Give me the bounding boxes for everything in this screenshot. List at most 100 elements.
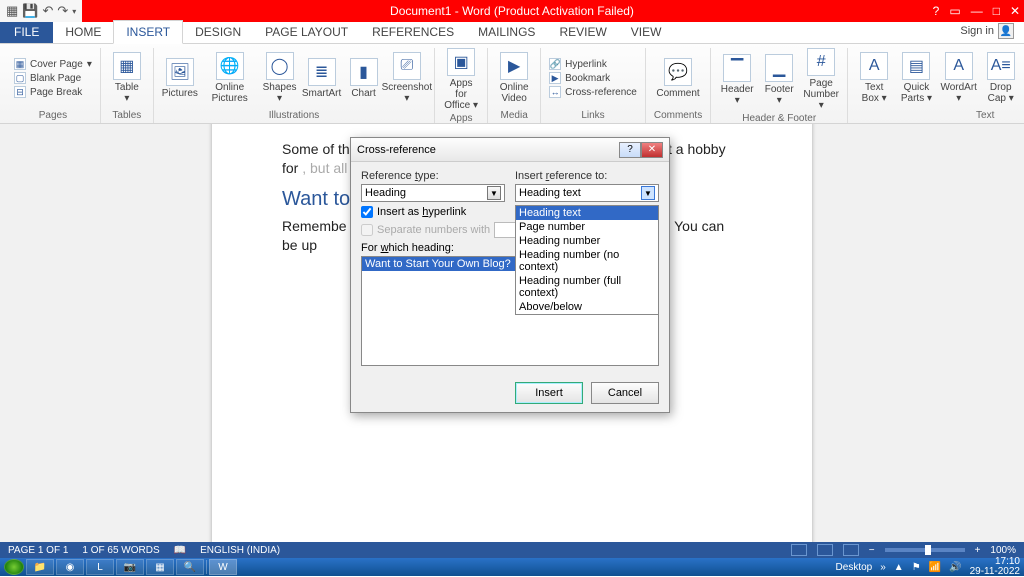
blank-page-button[interactable]: ▢Blank Page (14, 72, 92, 84)
cancel-button[interactable]: Cancel (591, 382, 659, 404)
reference-type-label: Reference type: (361, 170, 505, 182)
status-language[interactable]: ENGLISH (INDIA) (200, 545, 280, 556)
sign-in[interactable]: Sign in 👤 (950, 19, 1024, 43)
group-media: ▶Online Video Media (488, 48, 541, 123)
tab-file[interactable]: FILE (0, 21, 53, 43)
status-proofing-icon[interactable]: 📖 (174, 545, 186, 556)
smartart-button[interactable]: ≣SmartArt (304, 58, 340, 99)
redo-icon[interactable]: ↷ (57, 3, 68, 19)
status-page[interactable]: PAGE 1 OF 1 (8, 545, 68, 556)
header-button[interactable]: ▔Header▾ (719, 54, 755, 106)
dropdown-item[interactable]: Heading text (516, 206, 658, 220)
tab-view[interactable]: VIEW (619, 21, 674, 43)
taskbar-word[interactable]: W (209, 559, 237, 575)
view-web-icon[interactable] (843, 544, 859, 556)
footer-button[interactable]: ▁Footer▾ (761, 54, 797, 106)
group-tables: ▦Table▾ Tables (101, 48, 154, 123)
dialog-close-icon[interactable]: ✕ (641, 142, 663, 158)
window-controls: ? ▭ — □ ✕ (933, 4, 1020, 18)
ribbon-display-icon[interactable]: ▭ (949, 4, 960, 18)
qat-dropdown-icon[interactable]: ▾ (72, 7, 76, 16)
chart-button[interactable]: ▮Chart (346, 58, 382, 99)
zoom-level[interactable]: 100% (990, 545, 1016, 556)
dropdown-item[interactable]: Heading number (full context) (516, 274, 658, 300)
cover-page-button[interactable]: ▦Cover Page ▾ (14, 58, 92, 70)
smartart-icon: ≣ (308, 58, 336, 86)
table-icon: ▦ (113, 52, 141, 80)
dropdown-item[interactable]: Page number (516, 220, 658, 234)
page-number-button[interactable]: #Page Number▾ (803, 48, 839, 111)
footer-icon: ▁ (765, 54, 793, 82)
tab-review[interactable]: REVIEW (547, 21, 618, 43)
tab-design[interactable]: DESIGN (183, 21, 253, 43)
page-break-button[interactable]: ⊟Page Break (14, 86, 92, 98)
taskbar-app2[interactable]: ▦ (146, 559, 174, 575)
bookmark-icon: ▶ (549, 72, 561, 84)
insert-button[interactable]: Insert (515, 382, 583, 404)
view-read-icon[interactable] (791, 544, 807, 556)
comment-icon: 💬 (664, 58, 692, 86)
bookmark-button[interactable]: ▶Bookmark (549, 72, 637, 84)
zoom-in-icon[interactable]: + (975, 545, 981, 556)
dialog-titlebar[interactable]: Cross-reference ? ✕ (351, 138, 669, 162)
insert-reference-dropdown: Heading text Page number Heading number … (515, 205, 659, 315)
tray-volume-icon[interactable]: 🔊 (949, 562, 961, 573)
menu-tabs: FILE HOME INSERT DESIGN PAGE LAYOUT REFE… (0, 22, 1024, 44)
hyperlink-button[interactable]: 🔗Hyperlink (549, 58, 637, 70)
tab-page-layout[interactable]: PAGE LAYOUT (253, 21, 360, 43)
table-button[interactable]: ▦Table▾ (109, 52, 145, 104)
shapes-button[interactable]: ◯Shapes▾ (262, 52, 298, 104)
system-tray: Desktop » ▲ ⚑ 📶 🔊 17:1029-11-2022 (836, 557, 1020, 577)
wordart-button[interactable]: AWordArt▾ (941, 52, 977, 104)
reference-type-combo[interactable]: Heading ▼ (361, 184, 505, 202)
online-pictures-button[interactable]: 🌐Online Pictures (204, 52, 256, 104)
online-pictures-icon: 🌐 (216, 52, 244, 80)
blank-page-icon: ▢ (14, 72, 26, 84)
tray-desktop[interactable]: Desktop (836, 562, 873, 573)
dropdown-item[interactable]: Heading number (516, 234, 658, 248)
tab-insert[interactable]: INSERT (113, 20, 183, 44)
status-words[interactable]: 1 OF 65 WORDS (82, 545, 159, 556)
drop-cap-icon: A≡ (987, 52, 1015, 80)
quick-parts-button[interactable]: ▤Quick Parts ▾ (898, 52, 935, 104)
online-video-button[interactable]: ▶Online Video (496, 52, 532, 104)
tray-network-icon[interactable]: 📶 (929, 562, 941, 573)
tray-chevron-icon[interactable]: » (880, 562, 886, 573)
pictures-button[interactable]: 🖼Pictures (162, 58, 198, 99)
cross-reference-button[interactable]: ↔Cross-reference (549, 86, 637, 98)
start-button[interactable] (4, 559, 24, 575)
dropdown-item[interactable]: Heading number (no context) (516, 248, 658, 274)
zoom-out-icon[interactable]: − (869, 545, 875, 556)
window-title: Document1 - Word (Product Activation Fai… (0, 4, 1024, 18)
taskbar-explorer[interactable]: 📁 (26, 559, 54, 575)
taskbar-app3[interactable]: 🔍 (176, 559, 204, 575)
chevron-down-icon[interactable]: ▼ (487, 186, 501, 200)
zoom-slider[interactable] (885, 548, 965, 552)
tray-clock[interactable]: 17:1029-11-2022 (970, 557, 1020, 577)
dialog-title: Cross-reference (357, 144, 436, 156)
text-box-button[interactable]: AText Box ▾ (856, 52, 892, 104)
taskbar-lync[interactable]: L (86, 559, 114, 575)
tray-arrow-icon[interactable]: ▲ (894, 562, 904, 573)
apps-button[interactable]: ▣Apps for Office ▾ (443, 48, 479, 111)
comment-button[interactable]: 💬Comment (656, 58, 699, 99)
drop-cap-button[interactable]: A≡Drop Cap ▾ (983, 52, 1019, 104)
screenshot-button[interactable]: ⎚Screenshot▾ (388, 52, 427, 104)
tab-home[interactable]: HOME (53, 21, 113, 43)
dialog-help-icon[interactable]: ? (619, 142, 641, 158)
insert-reference-combo[interactable]: Heading text ▼ (515, 184, 659, 202)
view-print-icon[interactable] (817, 544, 833, 556)
tray-flag-icon[interactable]: ⚑ (912, 562, 921, 573)
chevron-down-icon[interactable]: ▼ (641, 186, 655, 200)
tab-references[interactable]: REFERENCES (360, 21, 466, 43)
dropdown-item[interactable]: Above/below (516, 300, 658, 314)
taskbar-chrome[interactable]: ◉ (56, 559, 84, 575)
undo-icon[interactable]: ↶ (42, 3, 53, 19)
minimize-icon[interactable]: — (971, 4, 983, 18)
tab-mailings[interactable]: MAILINGS (466, 21, 547, 43)
save-icon[interactable]: 💾 (22, 3, 38, 19)
maximize-icon[interactable]: □ (993, 4, 1000, 18)
taskbar-app[interactable]: 📷 (116, 559, 144, 575)
close-icon[interactable]: ✕ (1010, 4, 1020, 18)
help-icon[interactable]: ? (933, 4, 940, 18)
